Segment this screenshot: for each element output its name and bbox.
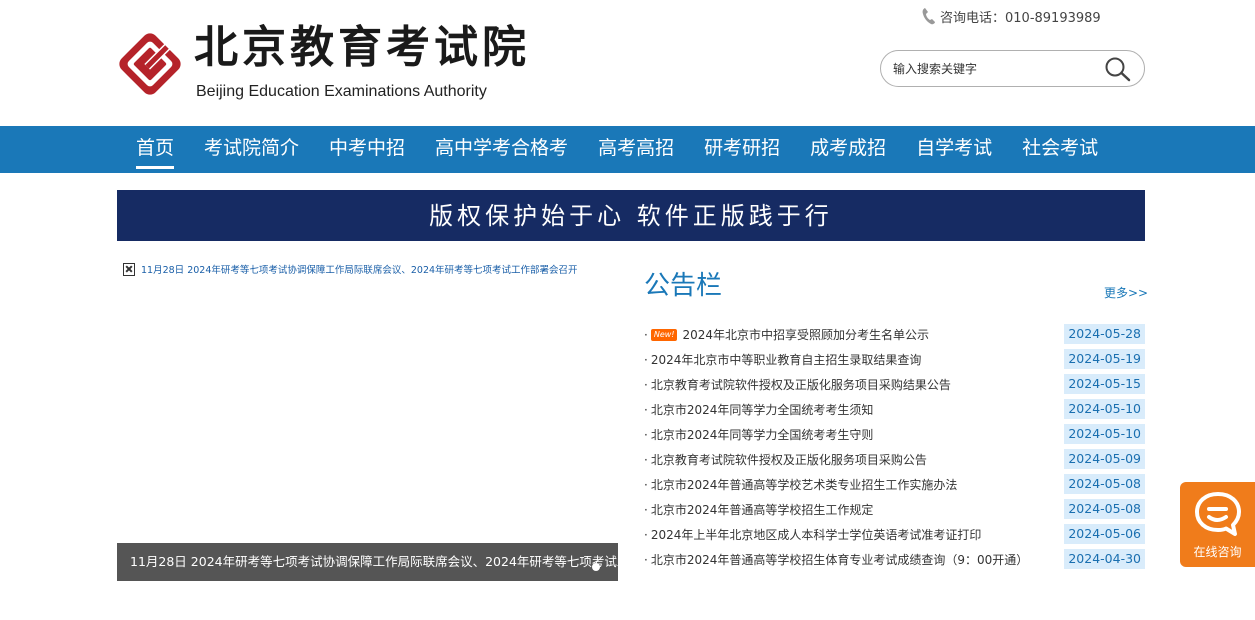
notice-item[interactable]: · 2024年上半年北京地区成人本科学士学位英语考试准考证打印 2024-05-06 <box>644 522 1145 547</box>
bullet-icon: · <box>644 552 648 567</box>
chat-bubble-icon <box>1195 492 1241 536</box>
slider-caption[interactable]: 11月28日 2024年研考等七项考试协调保障工作局际联席会议、2024年研考等… <box>117 543 618 581</box>
notice-item-date: 2024-04-30 <box>1064 549 1145 569</box>
hotline-text: 咨询电话：010-89193989 <box>940 10 1101 26</box>
notice-item-date: 2024-05-08 <box>1064 499 1145 519</box>
notice-item-title[interactable]: 北京市2024年普通高等学校招生工作规定 <box>651 501 874 518</box>
notice-item-title[interactable]: 2024年北京市中等职业教育自主招生录取结果查询 <box>651 351 922 368</box>
notice-item[interactable]: · 2024年北京市中等职业教育自主招生录取结果查询 2024-05-19 <box>644 347 1145 372</box>
notice-item[interactable]: · 北京市2024年普通高等学校招生体育专业考试成绩查询（9：00开通） 2024-… <box>644 547 1145 572</box>
online-consult-label: 在线咨询 <box>1193 545 1242 559</box>
nav-item-8[interactable]: 社会考试 <box>1007 126 1113 173</box>
logo-english-name: Beijing Education Examinations Authority <box>196 83 487 100</box>
new-badge: New! <box>650 328 678 341</box>
notice-item-title[interactable]: 2024年上半年北京地区成人本科学士学位英语考试准考证打印 <box>651 526 982 543</box>
notice-item-date: 2024-05-10 <box>1064 424 1145 444</box>
nav-item-7[interactable]: 自学考试 <box>901 126 1007 173</box>
bullet-icon: · <box>644 477 648 492</box>
notice-item-date: 2024-05-06 <box>1064 524 1145 544</box>
hotline: 咨询电话：010-89193989 <box>922 6 1101 26</box>
nav-item-6[interactable]: 成考成招 <box>795 126 901 173</box>
nav-item-1[interactable]: 考试院简介 <box>189 126 314 173</box>
bullet-icon: · <box>644 402 648 417</box>
notice-item-date: 2024-05-15 <box>1064 374 1145 394</box>
slider-broken-image[interactable]: 11月28日 2024年研考等七项考试协调保障工作局际联席会议、2024年研考等… <box>123 262 578 276</box>
notice-board-title: 公告栏 <box>644 271 723 301</box>
notice-more-link[interactable]: 更多>> <box>1104 284 1148 301</box>
notice-item[interactable]: · 北京市2024年同等学力全国统考考生须知 2024-05-10 <box>644 397 1145 422</box>
notice-item-title[interactable]: 北京市2024年同等学力全国统考考生守则 <box>651 426 874 443</box>
notice-item[interactable]: · 北京市2024年同等学力全国统考考生守则 2024-05-10 <box>644 422 1145 447</box>
notice-item[interactable]: · 北京市2024年普通高等学校艺术类专业招生工作实施办法 2024-05-08 <box>644 472 1145 497</box>
notice-item[interactable]: · 北京市2024年普通高等学校招生工作规定 2024-05-08 <box>644 497 1145 522</box>
nav-item-3[interactable]: 高中学考合格考 <box>420 126 583 173</box>
nav-item-0[interactable]: 首页 <box>121 126 189 173</box>
nav-item-2[interactable]: 中考中招 <box>314 126 420 173</box>
bullet-icon: · <box>644 352 648 367</box>
notice-item-title[interactable]: 北京市2024年同等学力全国统考考生须知 <box>651 401 874 418</box>
nav-item-5[interactable]: 研考研招 <box>689 126 795 173</box>
bullet-icon: · <box>644 452 648 467</box>
main-nav: 首页 考试院简介 中考中招 高中学考合格考 高考高招 研考研招 成考成招 自学考试 社会考试 <box>0 126 1255 173</box>
bullet-icon: · <box>644 527 648 542</box>
notice-item-title[interactable]: 北京市2024年普通高等学校艺术类专业招生工作实施办法 <box>651 476 958 493</box>
bullet-icon: · <box>644 502 648 517</box>
site-logo[interactable]: 北京教育考试院 Beijing Education Examinations A… <box>116 22 526 104</box>
search-box <box>880 50 1145 87</box>
notice-item-title[interactable]: 北京教育考试院软件授权及正版化服务项目采购结果公告 <box>651 376 951 393</box>
broken-image-icon <box>123 262 135 276</box>
news-slider[interactable]: 11月28日 2024年研考等七项考试协调保障工作局际联席会议、2024年研考等… <box>117 257 618 581</box>
notice-item[interactable]: · 北京教育考试院软件授权及正版化服务项目采购结果公告 2024-05-15 <box>644 372 1145 397</box>
notice-item-title[interactable]: 2024年北京市中招享受照顾加分考生名单公示 <box>682 326 929 343</box>
logo-emblem-icon <box>119 33 181 95</box>
notice-list: · New! 2024年北京市中招享受照顾加分考生名单公示 2024-05-28 · 20… <box>644 322 1145 572</box>
notice-item-title[interactable]: 北京教育考试院软件授权及正版化服务项目采购公告 <box>651 451 927 468</box>
notice-item-date: 2024-05-08 <box>1064 474 1145 494</box>
notice-item[interactable]: · New! 2024年北京市中招享受照顾加分考生名单公示 2024-05-28 <box>644 322 1145 347</box>
bullet-icon: · <box>644 377 648 392</box>
copyright-banner[interactable]: 版权保护始于心 软件正版践于行 <box>117 190 1145 241</box>
phone-icon <box>922 8 935 25</box>
notice-item-date: 2024-05-19 <box>1064 349 1145 369</box>
slider-pager-dot[interactable] <box>592 563 600 571</box>
search-input[interactable] <box>893 59 1103 79</box>
bullet-icon: · <box>644 427 648 442</box>
bullet-icon: · <box>644 327 648 342</box>
notice-item-date: 2024-05-09 <box>1064 449 1145 469</box>
search-icon[interactable] <box>1104 56 1132 82</box>
slider-image-alt-text: 11月28日 2024年研考等七项考试协调保障工作局际联席会议、2024年研考等… <box>141 265 578 276</box>
notice-item-title[interactable]: 北京市2024年普通高等学校招生体育专业考试成绩查询（9：00开通） <box>651 551 1028 568</box>
notice-item[interactable]: · 北京教育考试院软件授权及正版化服务项目采购公告 2024-05-09 <box>644 447 1145 472</box>
online-consult-button[interactable]: 在线咨询 <box>1180 482 1255 567</box>
nav-item-4[interactable]: 高考高招 <box>583 126 689 173</box>
notice-item-date: 2024-05-28 <box>1064 324 1145 344</box>
notice-item-date: 2024-05-10 <box>1064 399 1145 419</box>
logo-chinese-name: 北京教育考试院 <box>194 22 530 73</box>
